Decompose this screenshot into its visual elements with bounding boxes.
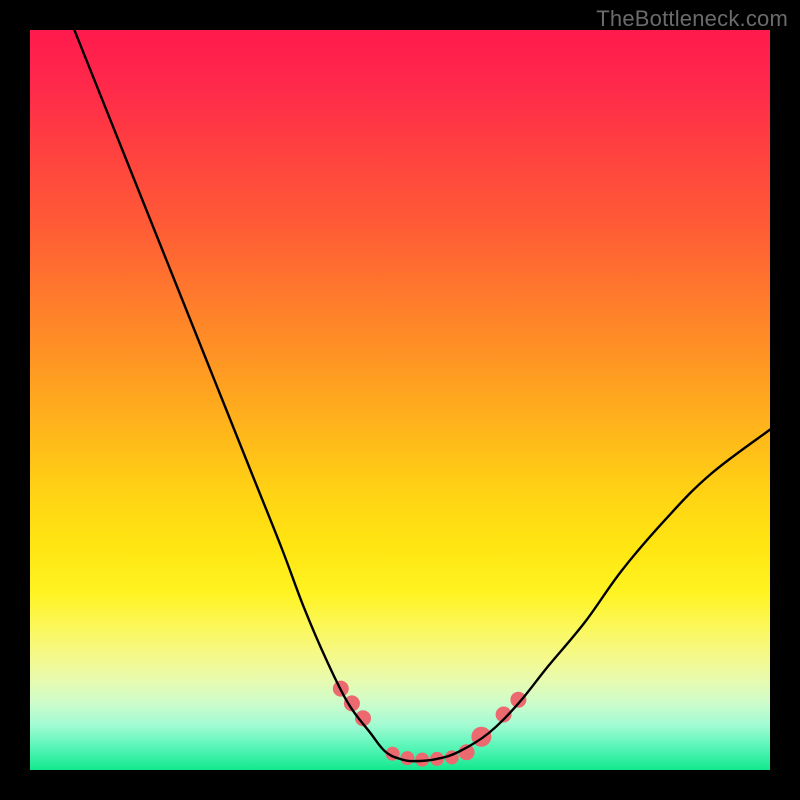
highlight-dot	[400, 751, 414, 765]
highlight-dot	[510, 692, 526, 708]
curve-svg	[30, 30, 770, 770]
plot-area	[30, 30, 770, 770]
chart-stage: TheBottleneck.com	[0, 0, 800, 800]
watermark-text: TheBottleneck.com	[596, 6, 788, 32]
bottleneck-curve-path	[74, 30, 770, 761]
